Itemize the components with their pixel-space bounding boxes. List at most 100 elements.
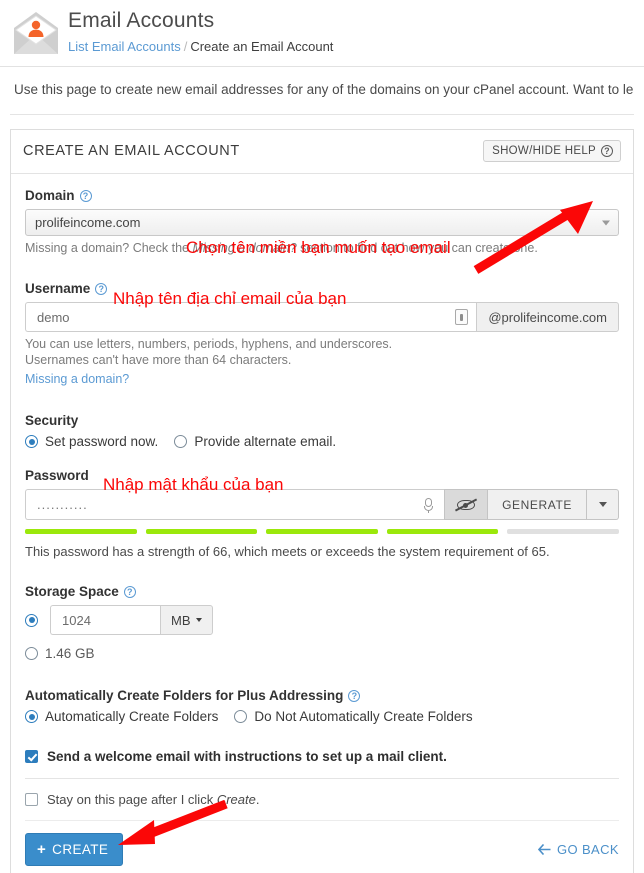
- radio-storage-quota[interactable]: [25, 613, 38, 627]
- footer-divider: [25, 820, 619, 821]
- panel-header: CREATE AN EMAIL ACCOUNT SHOW/HIDE HELP ?: [11, 130, 633, 174]
- create-email-account-panel: CREATE AN EMAIL ACCOUNT SHOW/HIDE HELP ?…: [10, 129, 634, 873]
- plus-addressing-label-row: Automatically Create Folders for Plus Ad…: [25, 688, 619, 703]
- breadcrumb-separator: /: [183, 39, 188, 54]
- storage-unit-label: MB: [171, 612, 191, 628]
- strength-segment-3: [266, 529, 378, 534]
- storage-quota-group: 1024 MB: [50, 605, 213, 635]
- domain-label: Domain: [25, 188, 75, 203]
- go-back-label: GO BACK: [556, 842, 619, 857]
- plus-addressing-help-icon[interactable]: ?: [348, 689, 361, 702]
- missing-a-domain-link[interactable]: Missing a domain?: [25, 372, 129, 386]
- radio-no-auto-create-folders[interactable]: [234, 710, 248, 723]
- storage-unit-dropdown[interactable]: MB: [160, 605, 213, 635]
- security-label: Security: [25, 413, 79, 428]
- strength-segment-5: [507, 529, 619, 534]
- storage-unlimited-row: 1.46 GB: [25, 646, 619, 661]
- plus-addressing-label: Automatically Create Folders for Plus Ad…: [25, 688, 344, 703]
- create-button[interactable]: + CREATE: [25, 833, 124, 866]
- generate-password-button[interactable]: GENERATE: [488, 489, 587, 520]
- security-option-label-1: Provide alternate email.: [194, 434, 337, 449]
- radio-provide-alternate-email[interactable]: [174, 435, 188, 448]
- chevron-down-icon: [602, 220, 610, 225]
- radio-auto-create-folders[interactable]: [25, 710, 38, 723]
- microphone-icon[interactable]: [421, 497, 436, 513]
- panel-body: Domain ? prolifeincome.com Missing a dom…: [11, 174, 633, 779]
- panel-title: CREATE AN EMAIL ACCOUNT: [23, 143, 240, 159]
- welcome-email-row[interactable]: Send a welcome email with instructions t…: [25, 749, 619, 764]
- storage-unlimited-label: 1.46 GB: [45, 646, 95, 661]
- password-strength-meter: [25, 529, 619, 534]
- username-help-icon[interactable]: ?: [95, 282, 108, 295]
- plus-addressing-option-label-1: Do Not Automatically Create Folders: [254, 709, 473, 724]
- stay-on-page-label: Stay on this page after I click Create.: [47, 792, 259, 807]
- stay-on-page-row[interactable]: Stay on this page after I click Create.: [25, 792, 619, 807]
- stay-on-page-checkbox[interactable]: [25, 793, 38, 806]
- email-account-icon: [10, 10, 62, 56]
- domain-hint-before: Missing a domain? Check the: [25, 241, 193, 255]
- page-title: Email Accounts: [68, 9, 215, 32]
- username-label: Username: [25, 281, 91, 296]
- username-domain-suffix: @prolifeincome.com: [476, 302, 619, 332]
- welcome-email-checkbox[interactable]: [25, 750, 38, 763]
- password-input[interactable]: ...........: [25, 489, 445, 520]
- intro-divider: [10, 114, 634, 115]
- username-value: demo: [37, 309, 70, 325]
- storage-label-row: Storage Space ?: [25, 584, 619, 599]
- domain-hint-after: section to find out how you can create o…: [296, 241, 538, 255]
- security-option-label-0: Set password now.: [45, 434, 159, 449]
- security-options: Set password now. Provide alternate emai…: [25, 434, 619, 449]
- password-key-icon: [455, 309, 469, 325]
- welcome-email-label: Send a welcome email with instructions t…: [47, 749, 447, 764]
- generate-options-button[interactable]: [587, 489, 619, 520]
- radio-set-password-now[interactable]: [25, 435, 38, 448]
- storage-quota-row: 1024 MB: [25, 605, 619, 635]
- header-text: Email Accounts List Email Accounts / Creat…: [68, 8, 333, 54]
- storage-quota-input[interactable]: 1024: [50, 605, 160, 635]
- storage-help-icon[interactable]: ?: [123, 585, 136, 598]
- breadcrumb-link-list-email-accounts[interactable]: List Email Accounts: [68, 39, 181, 54]
- stay-label-italic: Create: [216, 792, 256, 807]
- domain-select-value: prolifeincome.com: [35, 215, 141, 230]
- domain-select[interactable]: prolifeincome.com: [25, 209, 619, 236]
- breadcrumb-current: Create an Email Account: [190, 39, 334, 54]
- page-header: Email Accounts List Email Accounts / Creat…: [0, 0, 644, 62]
- plus-icon: +: [37, 841, 47, 858]
- username-hint-1: You can use letters, numbers, periods, h…: [25, 337, 393, 351]
- eye-slash-icon: [455, 497, 478, 512]
- strength-segment-4: [386, 529, 499, 534]
- username-label-row: Username ?: [25, 281, 619, 296]
- password-input-group: ........... GENERATE: [25, 489, 619, 520]
- chevron-down-icon: [195, 618, 202, 622]
- intro-text: Use this page to create new email addres…: [14, 82, 634, 97]
- password-value: ...........: [37, 497, 88, 512]
- radio-storage-unlimited[interactable]: [25, 647, 38, 660]
- question-mark-icon: ?: [601, 145, 613, 157]
- arrow-left-icon: [537, 844, 551, 855]
- go-back-link[interactable]: GO BACK: [537, 842, 619, 857]
- strength-segment-2: [145, 529, 258, 534]
- domain-hint-italic: Missing a domain?: [192, 241, 297, 255]
- strength-segment-1: [25, 529, 137, 534]
- cpanel-email-accounts-page: Email Accounts List Email Accounts / Creat…: [0, 0, 644, 873]
- panel-footer: Stay on this page after I click Create. …: [11, 779, 633, 873]
- create-button-label: CREATE: [52, 842, 109, 857]
- footer-actions: + CREATE GO BACK: [25, 833, 619, 866]
- domain-label-row: Domain ?: [25, 188, 619, 203]
- plus-addressing-option-label-0: Automatically Create Folders: [45, 709, 219, 724]
- storage-label: Storage Space: [25, 584, 119, 599]
- chevron-down-icon: [598, 502, 607, 507]
- password-label: Password: [25, 468, 89, 483]
- domain-hint: Missing a domain? Check the Missing a do…: [25, 240, 619, 256]
- domain-help-icon[interactable]: ?: [79, 189, 92, 202]
- stay-label-after: .: [255, 792, 260, 807]
- username-input-group: demo @prolifeincome.com: [25, 302, 619, 332]
- show-hide-help-button[interactable]: SHOW/HIDE HELP ?: [483, 140, 621, 162]
- username-input[interactable]: demo: [25, 302, 477, 332]
- plus-addressing-options: Automatically Create Folders Do Not Auto…: [25, 709, 619, 724]
- stay-label-before: Stay on this page after I click: [47, 792, 217, 807]
- username-hint-2: Usernames can't have more than 64 charac…: [25, 353, 292, 367]
- toggle-password-visibility-button[interactable]: [444, 489, 489, 520]
- show-hide-help-label: SHOW/HIDE HELP: [492, 145, 596, 157]
- password-strength-text: This password has a strength of 66, whic…: [25, 544, 550, 559]
